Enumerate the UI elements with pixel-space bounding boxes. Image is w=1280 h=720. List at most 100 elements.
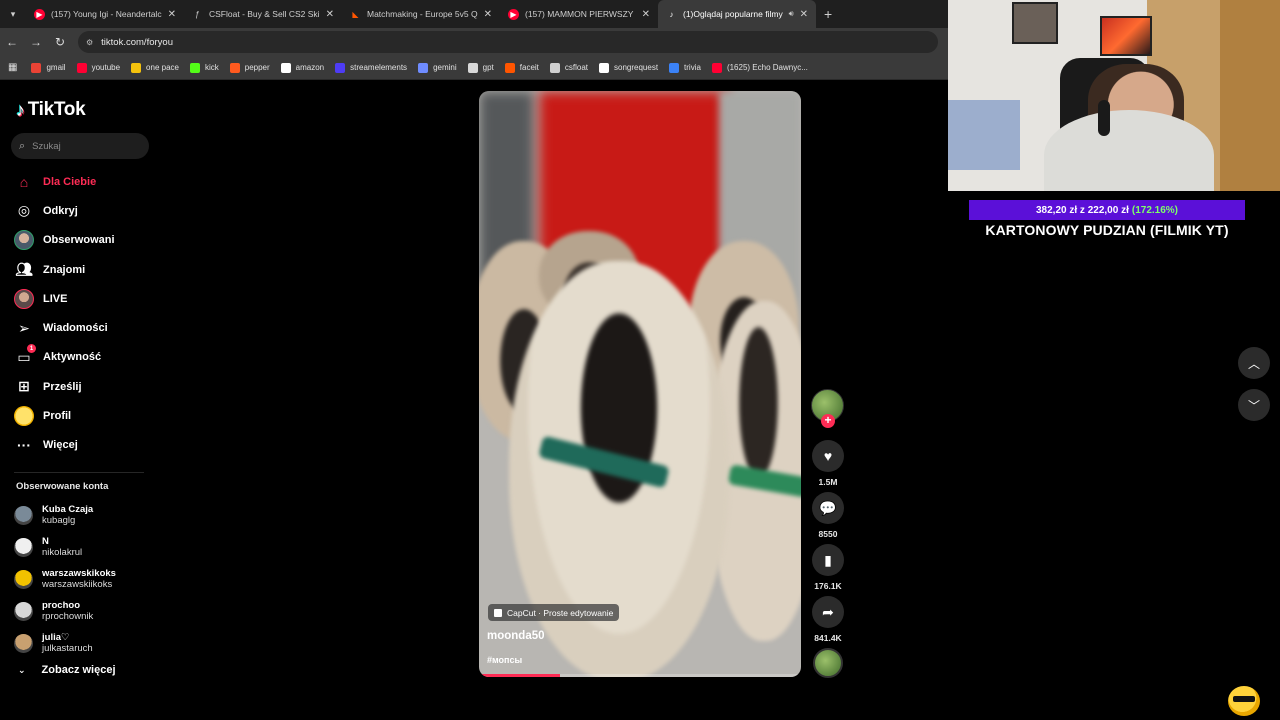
youtube-icon: ▶ [508,8,519,20]
more-icon: ··· [17,437,31,454]
followed-account[interactable]: N nikolakrul [14,531,116,563]
share-arrow-icon: ➦ [822,603,834,620]
bookmark-label: pepper [244,63,270,72]
close-tab-icon[interactable]: ✕ [326,9,334,20]
account-name: warszawskikoks [42,568,116,579]
share-count: 841.4K [814,633,842,643]
save-button[interactable]: ▮ [812,544,844,576]
site-info-icon[interactable]: ⚙ [86,38,93,47]
video-username[interactable]: moonda50 [487,630,545,642]
video-player[interactable]: CapCut · Proste edytowanie moonda50 #моп… [479,91,801,677]
tab-search-chevron-icon[interactable]: ▾ [0,0,26,28]
profile-avatar-icon [14,406,34,427]
nav-item[interactable]: 👥︎ Znajomi [14,255,115,284]
previous-video-button[interactable]: ︿ [1238,347,1270,379]
nav-item[interactable]: Profil [14,401,115,430]
see-more-label: Zobacz więcej [41,664,116,676]
followed-accounts-title: Obserwowane konta [16,481,109,492]
live-avatar-icon [14,288,34,309]
browser-tab[interactable]: ▶ (157) Young Igi - Neandertalczyk ✕ [26,0,184,28]
bookmark-item[interactable]: faceit [504,62,539,73]
webcam-monitor [948,100,1020,170]
forward-arrow-icon[interactable]: → [24,35,48,49]
comment-count: 8550 [818,529,838,539]
account-handle: nikolakrul [42,547,83,558]
followed-account[interactable]: prochoo rprochownik [14,595,116,627]
nav-item[interactable]: Obserwowani [14,226,115,255]
reload-icon[interactable]: ↻ [48,35,72,49]
like-count: 1.5M [818,477,838,487]
bookmark-item[interactable]: trivia [669,62,701,73]
capcut-tag[interactable]: CapCut · Proste edytowanie [488,604,620,621]
comment-button[interactable]: 💬 [812,492,844,524]
nav-item[interactable]: ▭ 1 Aktywność [14,343,115,372]
bookmark-item[interactable]: gmail [31,62,66,73]
account-name: julia♡ [42,632,70,643]
avatar [14,633,33,653]
bookmark-item[interactable]: one pace [131,62,179,73]
bookmark-favicon-icon [76,62,87,73]
bookmark-label: gpt [482,63,494,72]
like-button[interactable]: ♥ [812,440,844,472]
close-tab-icon[interactable]: ✕ [800,9,808,20]
search-box[interactable]: ⌕ [11,133,149,159]
follow-plus-button[interactable]: + [821,414,835,428]
nav-item[interactable]: ◎ Odkryj [14,196,115,225]
home-icon: ⌂ [19,173,29,190]
followed-account[interactable]: julia♡ julkastaruch [14,627,116,659]
bookmark-item[interactable]: (1625) Echo Dawnyc... [711,62,808,73]
apps-grid-icon[interactable]: ▦ [8,62,17,73]
see-more-button[interactable]: ⌄ Zobacz więcej [18,664,116,676]
browser-tab[interactable]: ▶ (157) MAMMON PIERWSZY I OSTATNI ✕ [500,0,658,28]
browser-tab-bar: ▾ ▶ (157) Young Igi - Neandertalczyk ✕ƒ … [0,0,948,28]
friends-icon: 👥︎ [15,261,33,278]
browser-tab-title: (1)Oglądaj popularne filmy [683,9,783,19]
video-progress-bar[interactable] [479,674,801,677]
nav-item[interactable]: ··· Więcej [14,431,115,460]
nav-label: Znajomi [43,263,86,276]
nav-label: Odkryj [43,204,78,217]
nav-item[interactable]: ⊞ Prześlij [14,372,115,401]
webcam-headset [1098,100,1110,136]
url-field[interactable]: ⚙ tiktok.com/foryou [78,31,938,53]
bookmark-item[interactable]: csfloat [549,62,588,73]
nav-item[interactable]: ⌂ Dla Ciebie [14,167,115,196]
browser-tab[interactable]: ◣ Matchmaking - Europe 5v5 Queue ✕ [342,0,500,28]
bookmark-item[interactable]: streamelements [335,62,407,73]
nav-item[interactable]: LIVE [14,284,115,313]
sunglasses-emote-icon [1228,686,1260,716]
bookmark-item[interactable]: amazon [280,62,324,73]
bookmark-favicon-icon [280,62,291,73]
bookmark-item[interactable]: gpt [467,62,494,73]
nav-label: Więcej [43,439,78,452]
share-button[interactable]: ➦ [812,596,844,628]
music-disc-avatar[interactable] [813,648,843,678]
close-tab-icon[interactable]: ✕ [642,9,650,20]
tiktok-logo[interactable]: ♪ TikTok [16,99,86,121]
browser-tab[interactable]: ♪ (1)Oglądaj popularne filmy 🔊︎ ✕ [658,0,816,28]
notification-badge: 1 [27,344,36,354]
address-bar: ← → ↻ ⚙ tiktok.com/foryou [0,28,948,56]
followed-account[interactable]: warszawskikoks warszawskiikoks [14,563,116,595]
back-arrow-icon[interactable]: ← [0,35,24,49]
bookmark-item[interactable]: pepper [229,62,270,73]
nav-item[interactable]: ➢ Wiadomości [14,313,115,342]
followed-account[interactable]: Kuba Czaja kubaglg [14,499,116,531]
next-video-button[interactable]: ﹀ [1238,389,1270,421]
new-tab-button[interactable]: + [824,6,832,22]
bookmark-item[interactable]: songrequest [599,62,658,73]
video-hashtag[interactable]: #мопсы [487,655,522,665]
bookmark-item[interactable]: kick [189,62,219,73]
search-icon: ⌕ [19,139,26,152]
speaker-icon[interactable]: 🔊︎ [789,9,794,19]
bookmark-icon: ▮ [824,551,832,568]
close-tab-icon[interactable]: ✕ [484,9,492,20]
nav-label: LIVE [43,292,68,305]
close-tab-icon[interactable]: ✕ [168,9,176,20]
bookmark-favicon-icon [504,62,515,73]
webcam-poster [1100,16,1152,56]
search-input[interactable] [32,140,133,152]
browser-tab[interactable]: ƒ CSFloat - Buy & Sell CS2 Skins ✕ [184,0,342,28]
bookmark-item[interactable]: gemini [418,62,457,73]
bookmark-item[interactable]: youtube [76,62,120,73]
